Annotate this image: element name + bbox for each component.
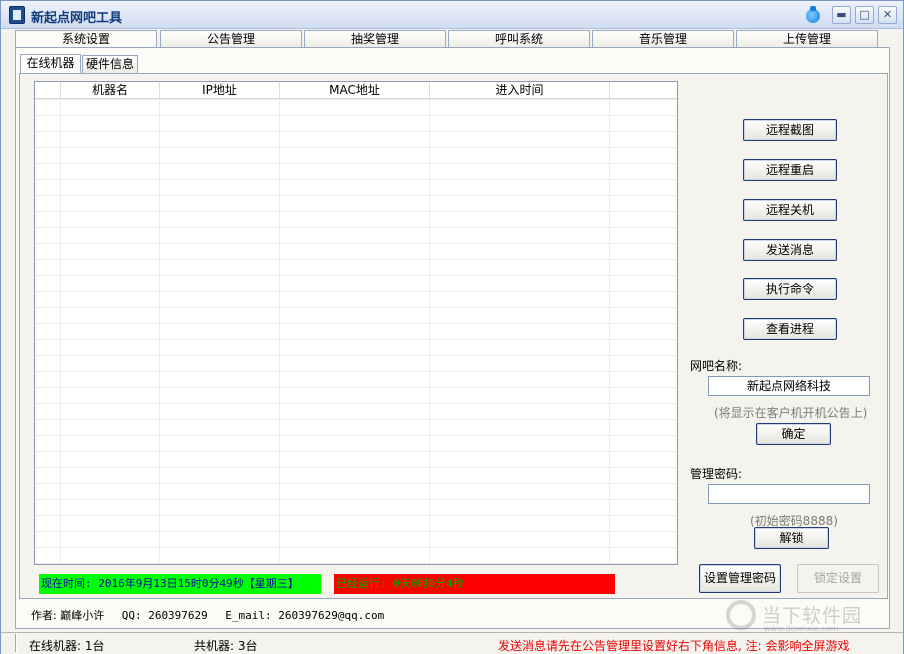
minimize-button[interactable]: ▬: [832, 6, 851, 24]
window-title: 新起点网吧工具: [31, 11, 123, 26]
tab-hardware-info[interactable]: 硬件信息: [82, 55, 138, 73]
tab-upload[interactable]: 上传管理: [736, 30, 878, 48]
set-password-button[interactable]: 设置管理密码: [699, 564, 781, 593]
author-qq: QQ: 260397629: [121, 609, 208, 622]
ie-icon[interactable]: [805, 6, 821, 24]
confirm-button[interactable]: 确定: [756, 423, 831, 445]
admin-password-input[interactable]: [708, 484, 870, 504]
unlock-button[interactable]: 解锁: [754, 527, 829, 549]
remote-shutdown-button[interactable]: 远程关机: [743, 199, 837, 221]
lock-settings-button[interactable]: 锁定设置: [797, 564, 879, 593]
grid-lines: [35, 99, 677, 564]
cafe-name-label: 网吧名称:: [690, 359, 743, 373]
tab-lottery[interactable]: 抽奖管理: [304, 30, 446, 48]
column-header-entry-time[interactable]: 进入时间: [430, 82, 610, 98]
tab-call-system[interactable]: 呼叫系统: [448, 30, 590, 48]
view-process-button[interactable]: 查看进程: [743, 318, 837, 340]
tab-online-machines[interactable]: 在线机器: [20, 54, 81, 73]
remote-screenshot-button[interactable]: 远程截图: [743, 119, 837, 141]
machine-list[interactable]: 机器名 IP地址 MAC地址 进入时间: [34, 81, 678, 565]
status-notice: 发送消息请先在公告管理里设置好右下角信息, 注: 会影响全屏游戏: [498, 639, 850, 653]
total-count: 共机器: 3台: [194, 639, 258, 653]
watermark: 当下软件园 www.downxia.com: [726, 598, 896, 634]
column-header-machine-name[interactable]: 机器名: [61, 82, 160, 98]
close-icon: ✕: [882, 8, 893, 21]
app-icon: [9, 6, 25, 24]
send-message-button[interactable]: 发送消息: [743, 239, 837, 261]
current-time-display: 现在时间: 2016年9月13日15时0分49秒【星期三】: [39, 574, 321, 594]
status-divider: [15, 634, 17, 652]
author-info: 作者: 巅峰小许 QQ: 260397629 E_mail: 260397629…: [31, 607, 398, 623]
main-window: 新起点网吧工具 ▬ □ ✕ 系统设置 公告管理 抽奖管理 呼叫系统 音乐管理 上…: [0, 0, 904, 654]
tab-announcement[interactable]: 公告管理: [160, 30, 302, 48]
cafe-name-input[interactable]: 新起点网络科技: [708, 376, 870, 396]
machine-list-header: 机器名 IP地址 MAC地址 进入时间: [35, 82, 677, 99]
online-count: 在线机器: 1台: [29, 639, 105, 653]
title-bar[interactable]: 新起点网吧工具 ▬ □ ✕: [1, 1, 903, 29]
running-time-display: 已经运行: 0天0时0分4秒: [334, 574, 615, 594]
column-header-ip[interactable]: IP地址: [160, 82, 280, 98]
cafe-name-hint: (将显示在客户机开机公告上): [714, 406, 868, 420]
minimize-icon: ▬: [836, 8, 847, 21]
author-email: E_mail: 260397629@qq.com: [225, 609, 385, 622]
admin-password-label: 管理密码:: [690, 467, 743, 481]
run-command-button[interactable]: 执行命令: [743, 278, 837, 300]
column-header-mac[interactable]: MAC地址: [280, 82, 430, 98]
watermark-logo-icon: [726, 600, 756, 630]
maximize-button[interactable]: □: [855, 6, 874, 24]
author-name: 作者: 巅峰小许: [31, 609, 105, 622]
main-tab-strip: 系统设置 公告管理 抽奖管理 呼叫系统 音乐管理 上传管理: [15, 30, 881, 49]
remote-reboot-button[interactable]: 远程重启: [743, 159, 837, 181]
close-button[interactable]: ✕: [878, 6, 897, 24]
column-header-index[interactable]: [35, 82, 61, 98]
tab-music[interactable]: 音乐管理: [592, 30, 734, 48]
maximize-icon: □: [859, 8, 870, 21]
